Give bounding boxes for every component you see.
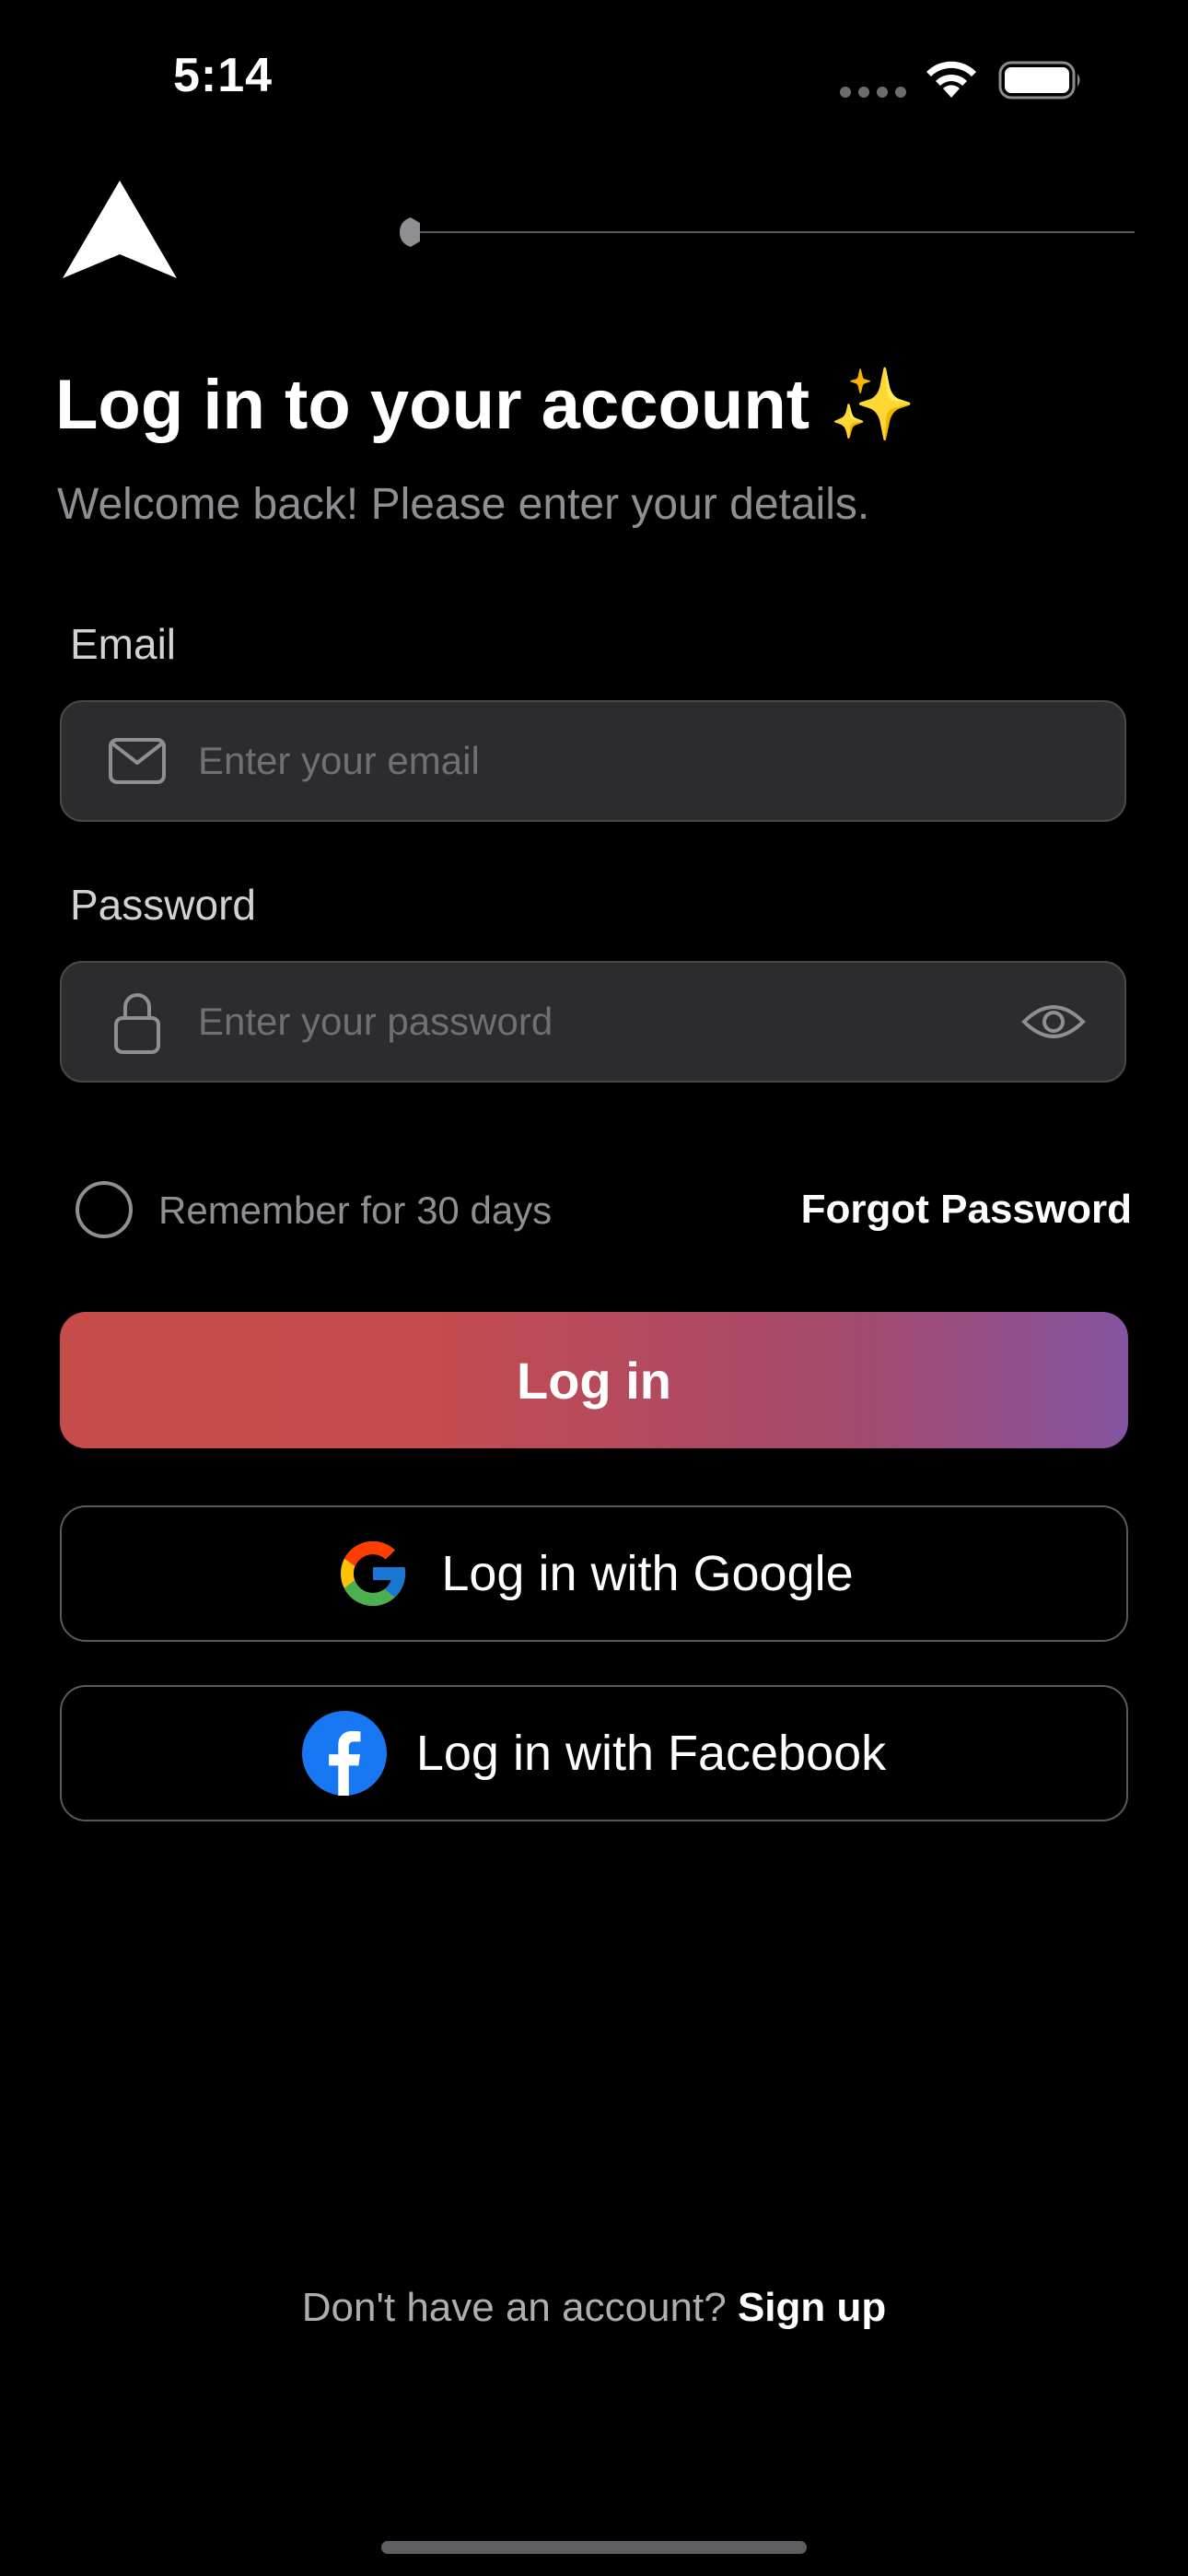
remember-label: Remember for 30 days: [158, 1188, 553, 1232]
forgot-password-link[interactable]: Forgot Password: [801, 1187, 1132, 1233]
progress-track: [405, 231, 1135, 233]
signup-prompt: Don't have an account? Sign up: [0, 2285, 1188, 2331]
page-title: Log in to your account ✨: [55, 366, 916, 444]
home-indicator[interactable]: [381, 2541, 807, 2554]
status-time: 5:14: [173, 49, 274, 102]
eye-icon[interactable]: [1021, 1000, 1086, 1044]
envelope-icon: [109, 738, 166, 784]
google-login-button[interactable]: Log in with Google: [60, 1505, 1128, 1642]
facebook-icon: [301, 1711, 387, 1796]
wifi-icon: [926, 61, 976, 98]
password-input[interactable]: [198, 963, 990, 1081]
remember-checkbox[interactable]: [76, 1181, 133, 1238]
facebook-login-label: Log in with Facebook: [415, 1726, 887, 1781]
page-subtitle: Welcome back! Please enter your details.: [57, 480, 870, 529]
signup-link[interactable]: Sign up: [738, 2285, 886, 2330]
cellular-signal-icon: [840, 87, 906, 98]
email-field[interactable]: [60, 700, 1126, 822]
password-label: Password: [70, 881, 256, 929]
signup-question: Don't have an account?: [301, 2285, 727, 2330]
facebook-login-button[interactable]: Log in with Facebook: [60, 1685, 1128, 1821]
progress-knob: [400, 217, 420, 247]
password-field[interactable]: [60, 961, 1126, 1083]
google-login-label: Log in with Google: [441, 1546, 854, 1601]
battery-icon: [998, 61, 1080, 100]
login-button[interactable]: Log in: [60, 1312, 1128, 1448]
arrow-logo-icon: [63, 181, 177, 278]
email-input[interactable]: [198, 702, 990, 820]
login-button-label: Log in: [517, 1351, 671, 1410]
email-label: Email: [70, 620, 177, 668]
lock-icon: [114, 993, 160, 1054]
google-icon: [341, 1541, 406, 1606]
